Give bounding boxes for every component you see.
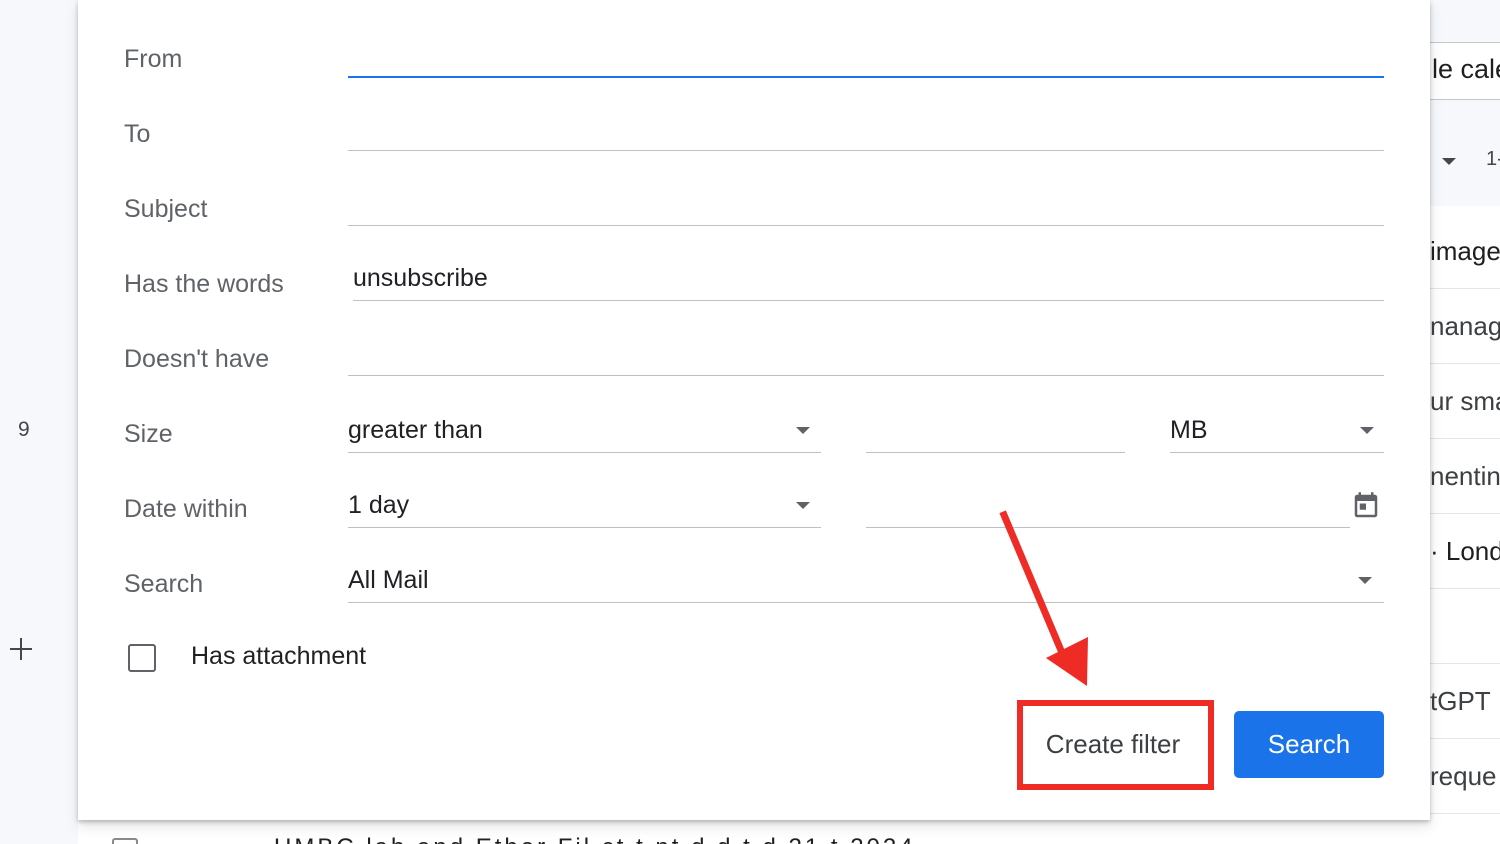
size-label: Size: [124, 420, 173, 448]
left-navigation-rail: 9: [0, 0, 78, 844]
date-range-value: 1 day: [348, 491, 410, 519]
list-item[interactable]: image: [1430, 214, 1500, 289]
has-attachment-label: Has attachment: [191, 642, 367, 670]
has-attachment-checkbox[interactable]: [128, 644, 156, 672]
chevron-down-icon: [1358, 577, 1372, 584]
doesnt-have-field[interactable]: [348, 336, 1384, 376]
chevron-down-icon[interactable]: [1442, 158, 1456, 165]
chevron-down-icon: [796, 427, 810, 434]
pagination-range: 1-: [1486, 148, 1500, 170]
list-item[interactable]: tGPT: [1430, 664, 1500, 739]
calendar-icon[interactable]: [1351, 490, 1381, 522]
date-field[interactable]: [866, 488, 1350, 528]
list-item-text: nanag: [1430, 311, 1500, 341]
subject-row: Subject: [78, 194, 1430, 254]
list-item-text: tGPT: [1430, 686, 1491, 716]
search-scope-label: Search: [124, 570, 204, 598]
nav-unread-count: 9: [18, 418, 30, 441]
to-row: To: [78, 119, 1430, 179]
list-item[interactable]: ur sma: [1430, 364, 1500, 439]
size-row: Size greater than MB: [78, 416, 1430, 479]
to-field[interactable]: [348, 111, 1384, 151]
size-operator-value: greater than: [348, 416, 483, 444]
list-item[interactable]: [1430, 589, 1500, 664]
date-range-select[interactable]: 1 day: [348, 488, 821, 528]
search-button[interactable]: Search: [1234, 711, 1384, 778]
from-field[interactable]: [348, 38, 1384, 78]
subject-field[interactable]: [348, 186, 1384, 226]
from-row: From: [78, 44, 1430, 104]
size-unit-select[interactable]: MB: [1170, 413, 1384, 453]
list-item-text: reque: [1430, 761, 1497, 791]
doesnt-have-row: Doesn't have: [78, 344, 1430, 404]
has-words-field[interactable]: unsubscribe: [353, 261, 1384, 301]
toolbar-area: [1430, 0, 1500, 206]
chevron-down-icon: [1360, 427, 1374, 434]
search-options-dialog: From To Subject Has the words unsubscrib…: [78, 0, 1430, 820]
has-words-value: unsubscribe: [353, 264, 488, 292]
search-scope-row: Search All Mail: [78, 566, 1430, 629]
email-row-peek[interactable]: UMBC lab and Ether Fil ct t nt d d t d 2…: [78, 820, 1430, 844]
date-within-label: Date within: [124, 495, 248, 523]
list-item[interactable]: · Lond: [1430, 514, 1500, 589]
search-scope-value: All Mail: [348, 566, 429, 594]
list-item-text: nentin: [1430, 461, 1500, 491]
list-item-text: ur sma: [1430, 386, 1500, 416]
search-scope-select[interactable]: All Mail: [348, 563, 1384, 603]
list-item[interactable]: nanag: [1430, 289, 1500, 364]
has-words-row: Has the words unsubscribe: [78, 264, 1430, 329]
from-label: From: [124, 45, 183, 73]
size-unit-value: MB: [1170, 416, 1208, 444]
email-list-peek: le cale 1- image nanag ur sma nentin · L…: [1430, 0, 1500, 844]
list-item-text: image: [1430, 236, 1500, 266]
list-item[interactable]: reque: [1430, 739, 1500, 814]
to-label: To: [124, 120, 151, 148]
create-filter-button[interactable]: Create filter: [1020, 712, 1206, 776]
subject-label: Subject: [124, 195, 208, 223]
size-amount-field[interactable]: [866, 413, 1125, 453]
list-item[interactable]: nentin: [1430, 439, 1500, 514]
chevron-down-icon: [796, 502, 810, 509]
email-row-text: UMBC lab and Ether Fil ct t nt d d t d 2…: [274, 834, 916, 844]
has-words-label: Has the words: [124, 270, 284, 298]
date-within-row: Date within 1 day: [78, 491, 1430, 554]
doesnt-have-label: Doesn't have: [124, 345, 270, 373]
search-bar-text: le cale: [1432, 54, 1500, 84]
row-checkbox[interactable]: [112, 838, 138, 844]
list-item-text: · Lond: [1430, 536, 1500, 566]
size-operator-select[interactable]: greater than: [348, 413, 821, 453]
plus-icon[interactable]: [8, 636, 34, 662]
